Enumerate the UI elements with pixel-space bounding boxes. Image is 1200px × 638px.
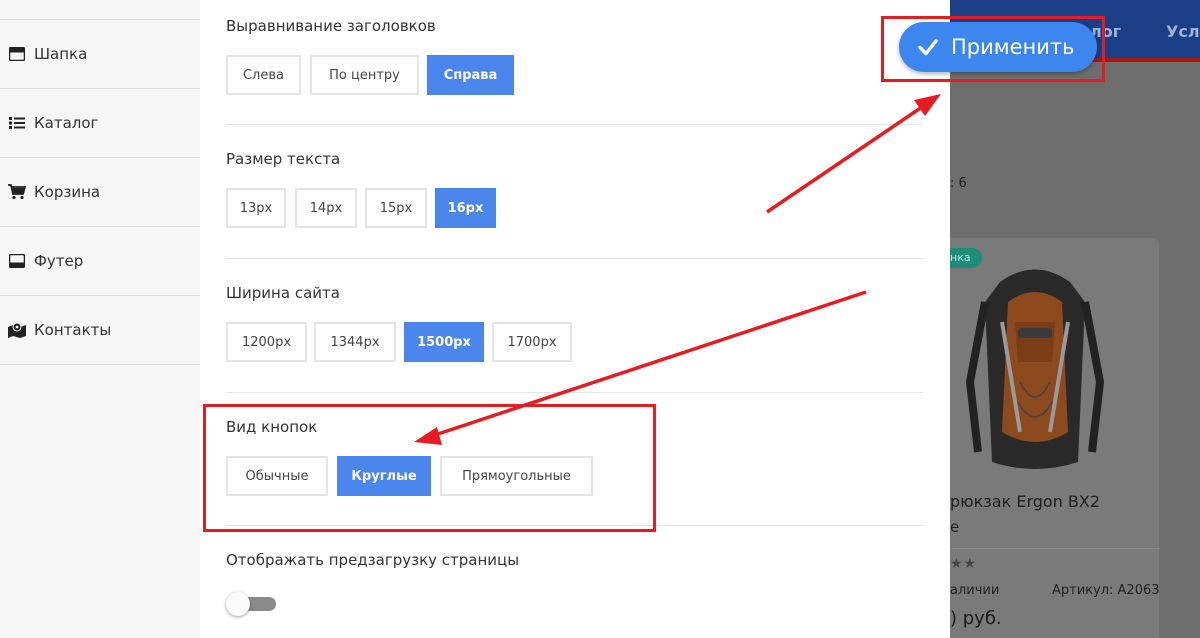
text-size-13-button[interactable]: 13px [226,188,286,228]
cart-icon [8,183,26,201]
text-size-16-button[interactable]: 16px [435,188,496,228]
site-width-1200-button[interactable]: 1200px [226,322,307,362]
settings-sidebar: Шапка Каталог Корзина Футер Контакты [0,0,200,638]
text-size-14-button[interactable]: 14px [295,188,357,228]
section-divider [226,258,923,259]
button-style-highlight-box [203,404,656,532]
section-divider [226,392,923,393]
background-price: ) руб. [950,608,1002,629]
heading-align-label: Выравнивание заголовков [226,17,436,35]
sidebar-item-label: Корзина [34,183,101,201]
background-product-count: : 6 [950,176,967,191]
background-product-subtitle: е [950,518,960,536]
footer-icon [8,252,26,270]
toggle-knob [226,592,250,616]
align-right-button[interactable]: Справа [427,55,514,95]
background-site: лог Усл : 6 нка рюкзак Ergon BX2 е ★★ ал… [950,0,1200,638]
sidebar-item-header[interactable]: Шапка [0,20,200,89]
apply-highlight-box [881,16,1105,82]
header-icon [8,45,26,63]
text-size-label: Размер текста [226,150,341,168]
sidebar-item-label: Каталог [34,114,99,132]
background-product-title: рюкзак Ergon BX2 [950,492,1101,511]
background-sku: Артикул: A2063 [1052,583,1160,598]
backpack-image [965,269,1105,469]
background-nav-item: Усл [1166,22,1200,41]
preloader-label: Отображать предзагрузку страницы [226,551,520,569]
sidebar-item-label: Контакты [34,321,112,339]
settings-panel: Выравнивание заголовков Слева По центру … [200,0,950,638]
section-divider [226,124,923,125]
site-width-1344-button[interactable]: 1344px [314,322,396,362]
background-rating-stars: ★★ [950,556,978,572]
sidebar-item-label: Футер [34,252,84,270]
map-marker-icon [8,321,26,339]
align-left-button[interactable]: Слева [226,55,301,95]
background-availability: аличии [950,583,1000,598]
site-width-label: Ширина сайта [226,284,340,302]
background-divider [950,548,1160,549]
preloader-toggle[interactable] [226,592,276,616]
text-size-15-button[interactable]: 15px [365,188,427,228]
site-width-1700-button[interactable]: 1700px [492,322,572,362]
sidebar-item-cart[interactable]: Корзина [0,158,200,227]
list-icon [8,114,26,132]
align-center-button[interactable]: По центру [310,55,419,95]
sidebar-item-catalog[interactable]: Каталог [0,89,200,158]
sidebar-item-contacts[interactable]: Контакты [0,296,200,365]
site-width-1500-button[interactable]: 1500px [404,322,484,362]
sidebar-item-label: Шапка [34,45,88,63]
sidebar-item-footer[interactable]: Футер [0,227,200,296]
